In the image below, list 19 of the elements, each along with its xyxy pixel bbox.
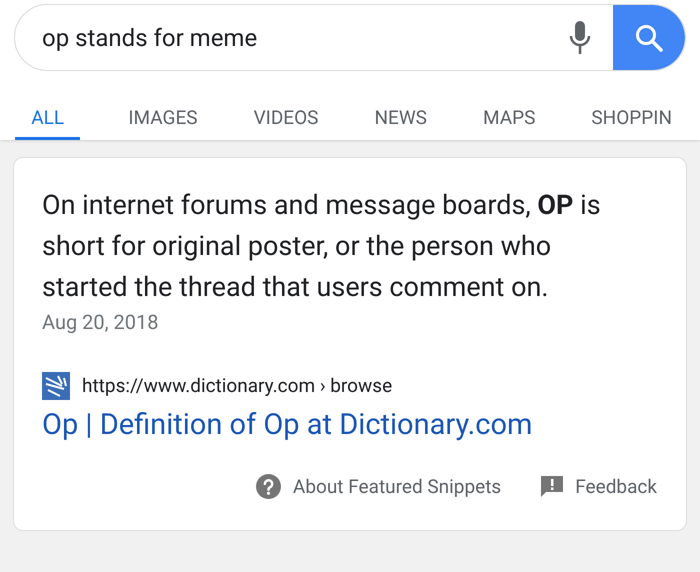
tab[interactable]: MAPS xyxy=(454,104,564,140)
tab[interactable]: NEWS xyxy=(346,104,455,140)
help-icon[interactable] xyxy=(256,474,281,500)
site-logo-icon xyxy=(42,372,70,400)
about-featured-snippets-link[interactable]: About Featured Snippets xyxy=(292,472,502,501)
tab[interactable]: ALL xyxy=(15,104,80,140)
microphone-icon[interactable] xyxy=(569,20,591,54)
search-icon xyxy=(634,22,664,52)
result-title-link[interactable]: Op | Definition of Op at Dictionary.com xyxy=(42,404,626,444)
feedback-link[interactable]: Feedback xyxy=(575,472,657,501)
tab[interactable]: IMAGES xyxy=(100,104,226,140)
result-url: https://www.dictionary.com › browse xyxy=(82,373,392,399)
search-field[interactable]: op stands for meme xyxy=(42,20,569,56)
feedback-icon[interactable] xyxy=(541,476,564,498)
search-button[interactable] xyxy=(613,5,685,70)
tab[interactable]: SHOPPIN xyxy=(563,104,700,140)
snippet-date: Aug 20, 2018 xyxy=(42,309,160,336)
tab[interactable]: VIDEOS xyxy=(226,104,346,140)
snippet-text: On internet forums and message boards, OP is short for original poster, or the person who started the thread that users comment on. xyxy=(42,188,602,305)
